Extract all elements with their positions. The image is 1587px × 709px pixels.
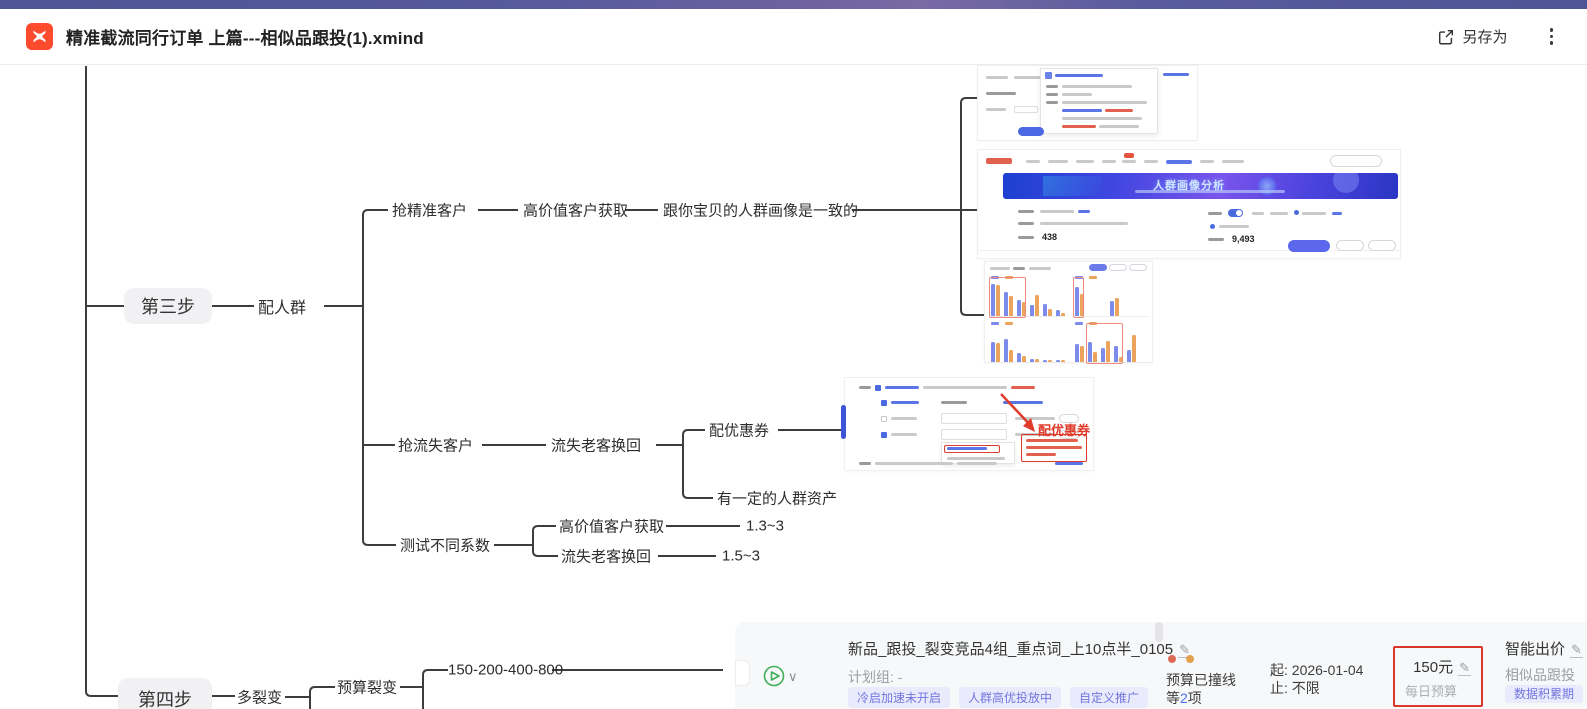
start-date: 起: 2026-01-04	[1270, 660, 1363, 680]
confirm-button-placeholder	[1018, 127, 1044, 136]
topic-gen-baobei[interactable]: 跟你宝贝的人群画像是一致的	[663, 200, 858, 221]
xmind-logo-icon	[26, 23, 53, 50]
topic-duo-liebian[interactable]: 多裂变	[237, 687, 282, 708]
topic-ceshi-xishu[interactable]: 测试不同系数	[400, 535, 490, 556]
tag-audience-priority: 人群高优投放中	[959, 687, 1061, 708]
campaign-row-card[interactable]: ∨ 新品_跟投_裂变竞品4组_重点词_上10点半_0105✎ 计划组: - 冷启…	[735, 622, 1587, 709]
topic-budget-seq[interactable]: 150-200-400-800	[448, 662, 563, 679]
mini-chart-b	[1075, 276, 1149, 317]
status-dot-red	[1168, 655, 1176, 663]
app-header: 精准截流同行订单 上篇---相似品跟投(1).xmind 另存为	[0, 9, 1587, 65]
campaign-tags: 冷启加速未开启 人群高优投放中 自定义推广	[848, 687, 1148, 708]
budget-label: 每日预算	[1405, 681, 1471, 700]
budget-value: 150元✎	[1405, 656, 1471, 677]
campaign-group-label: 计划组: -	[848, 667, 902, 687]
topic-coefficient-2[interactable]: 1.5~3	[722, 548, 760, 565]
topic-gaojiazhi-2[interactable]: 高价值客户获取	[559, 516, 664, 537]
search-input-placeholder	[1330, 155, 1382, 167]
primary-button-placeholder	[1288, 240, 1330, 252]
topic-liushi-2[interactable]: 流失老客换回	[561, 546, 651, 567]
tag-cold-start: 冷启加速未开启	[848, 687, 950, 708]
document-title: 精准截流同行订单 上篇---相似品跟投(1).xmind	[66, 24, 424, 49]
mini-chart-d	[1075, 322, 1149, 363]
status-more-link[interactable]: 等2项	[1166, 688, 1202, 708]
window-top-strip	[0, 0, 1587, 9]
embedded-screenshot-coupon-form[interactable]: 配优惠券	[845, 378, 1093, 470]
edit-budget-icon[interactable]: ✎	[1458, 660, 1471, 676]
embedded-screenshot-audience-page[interactable]: 人群画像分析 438 9,493	[978, 150, 1400, 258]
row-checkbox-slot	[735, 660, 750, 686]
end-date: 止: 不限	[1270, 678, 1320, 698]
mini-chart-c	[991, 322, 1065, 363]
chevron-down-icon[interactable]: ∨	[788, 669, 798, 685]
mindmap-canvas[interactable]: 第三步 配人群 抢精准客户 高价值客户获取 跟你宝贝的人群画像是一致的 抢流失客…	[0, 65, 1587, 709]
toggle-switch-placeholder	[1228, 209, 1243, 217]
more-menu-button[interactable]	[1542, 24, 1562, 49]
topic-step3[interactable]: 第三步	[124, 288, 212, 324]
red-highlight-box	[1021, 434, 1087, 462]
edit-bid-icon[interactable]: ✎	[1570, 642, 1583, 658]
topic-step4[interactable]: 第四步	[118, 678, 212, 709]
count-left: 438	[1042, 232, 1057, 242]
topic-qiang-liushi[interactable]: 抢流失客户	[398, 435, 473, 456]
export-icon	[1437, 28, 1455, 46]
save-as-label: 另存为	[1462, 26, 1507, 47]
plan-type: 相似品跟投	[1505, 665, 1575, 685]
mini-chart-a	[991, 276, 1065, 317]
daily-budget-highlight-box: 150元✎ 每日预算	[1393, 646, 1483, 707]
topic-qiang-jingzhun[interactable]: 抢精准客户	[392, 200, 467, 221]
topic-liushi-1[interactable]: 流失老客换回	[551, 435, 641, 456]
topic-gaojiazhi-1[interactable]: 高价值客户获取	[523, 200, 628, 221]
embedded-screenshot-charts[interactable]	[985, 262, 1152, 362]
embedded-screenshot-form-tooltip[interactable]	[978, 66, 1197, 140]
tooltip-panel	[1040, 68, 1158, 134]
scrollbar-thumb[interactable]	[1155, 622, 1163, 642]
topic-renqun-zichan[interactable]: 有一定的人群资产	[717, 488, 837, 509]
topic-yusuan-liebian[interactable]: 预算裂变	[337, 677, 397, 698]
budget-status-text: 预算已撞线	[1166, 670, 1236, 690]
tag-custom-promo: 自定义推广	[1070, 687, 1148, 708]
topic-pei-renqun[interactable]: 配人群	[258, 294, 306, 318]
audience-banner: 人群画像分析	[1003, 173, 1398, 199]
bid-type: 智能出价✎	[1505, 638, 1583, 659]
save-as-button[interactable]: 另存为	[1437, 26, 1507, 47]
topic-coefficient-1[interactable]: 1.3~3	[746, 518, 784, 535]
status-dot-orange	[1186, 655, 1194, 663]
stage-tag: 数据积累期	[1505, 685, 1583, 703]
count-right: 9,493	[1232, 234, 1255, 244]
topic-pei-youhuiquan[interactable]: 配优惠券	[709, 420, 769, 441]
side-tab-placeholder	[841, 405, 846, 439]
play-status-button[interactable]	[763, 665, 785, 692]
campaign-name: 新品_跟投_裂变竞品4组_重点词_上10点半_0105✎	[848, 638, 1191, 659]
